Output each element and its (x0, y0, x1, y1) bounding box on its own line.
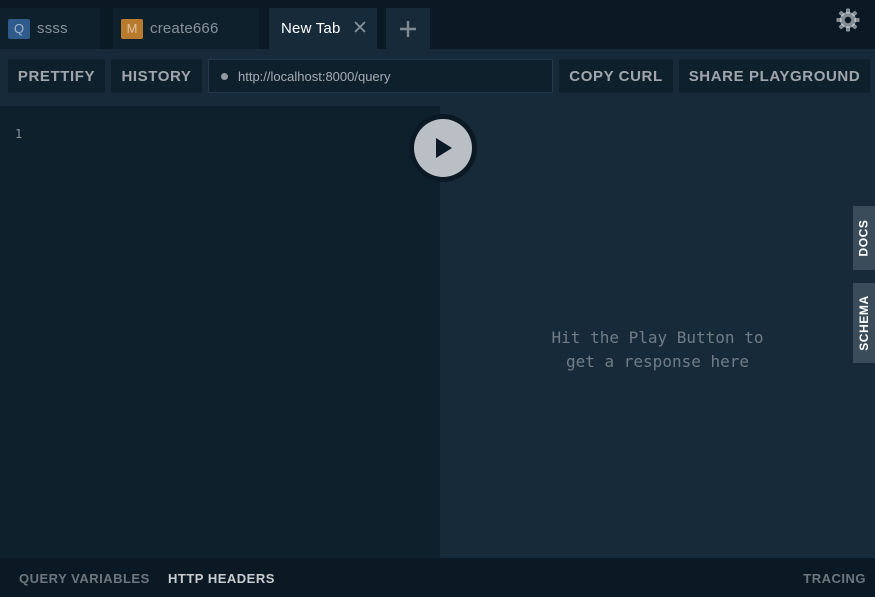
tab-bar: Q ssss M create666 New Tab (0, 0, 875, 49)
query-editor[interactable]: 1 (0, 106, 440, 558)
tab-new-tab[interactable]: New Tab (269, 8, 377, 49)
tab-create666[interactable]: M create666 (113, 8, 259, 49)
query-variables-tab[interactable]: QUERY VARIABLES (19, 571, 150, 586)
gear-icon[interactable] (836, 8, 860, 32)
line-number: 1 (15, 127, 23, 141)
add-tab-button[interactable] (386, 8, 430, 49)
share-playground-button[interactable]: SHARE PLAYGROUND (679, 59, 870, 93)
schema-tab[interactable]: SCHEMA (853, 283, 875, 363)
result-placeholder: Hit the Play Button to get a response he… (440, 326, 875, 374)
tab-ssss[interactable]: Q ssss (0, 8, 100, 49)
tab-label: New Tab (281, 20, 341, 37)
tab-label: ssss (37, 20, 68, 37)
http-headers-tab[interactable]: HTTP HEADERS (168, 571, 275, 586)
prettify-button[interactable]: PRETTIFY (8, 59, 105, 93)
tracing-tab[interactable]: TRACING (803, 571, 866, 586)
execute-query-button[interactable] (409, 114, 477, 182)
placeholder-line: get a response here (565, 352, 750, 371)
plus-icon (400, 20, 416, 37)
copy-curl-button[interactable]: COPY CURL (559, 59, 673, 93)
mutation-badge: M (121, 18, 143, 39)
result-pane: Hit the Play Button to get a response he… (440, 106, 875, 558)
schema-label: SCHEMA (857, 295, 872, 351)
play-icon (436, 138, 452, 158)
play-button-face (414, 119, 472, 177)
docs-label: DOCS (857, 219, 872, 257)
toolbar: PRETTIFY HISTORY COPY CURL SHARE PLAYGRO… (0, 49, 875, 106)
endpoint-url-bar (208, 59, 553, 93)
bottom-bar: QUERY VARIABLES HTTP HEADERS TRACING (0, 558, 875, 597)
history-button[interactable]: HISTORY (111, 59, 202, 93)
close-icon[interactable] (353, 20, 367, 34)
status-dot-icon (221, 73, 228, 80)
docs-tab[interactable]: DOCS (853, 206, 875, 270)
query-badge: Q (8, 18, 30, 39)
tab-label: create666 (150, 20, 219, 37)
placeholder-line: Hit the Play Button to (551, 328, 764, 347)
endpoint-url-input[interactable] (238, 60, 538, 92)
